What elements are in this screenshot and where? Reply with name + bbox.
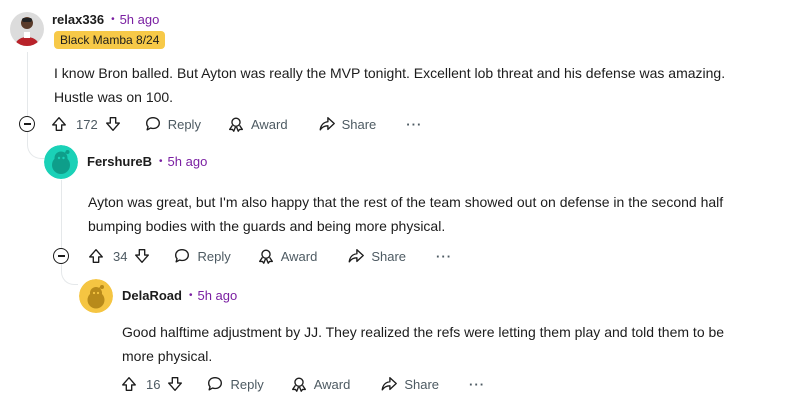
avatar-relax336[interactable] — [10, 12, 44, 46]
reply-label: Reply — [197, 248, 231, 264]
upvote-button[interactable] — [120, 375, 138, 393]
comment-actions: 172 Reply Award Share ··· — [50, 112, 422, 136]
reply-button[interactable]: Reply — [144, 115, 201, 133]
comment-body-line: more physical. — [122, 348, 213, 364]
share-icon — [348, 249, 365, 263]
thread-curve-1 — [27, 144, 44, 159]
share-button[interactable]: Share — [347, 247, 406, 265]
timestamp[interactable]: 5h ago — [168, 154, 208, 170]
share-button[interactable]: Share — [318, 115, 377, 133]
more-options-button[interactable]: ··· — [469, 377, 485, 392]
share-label: Share — [371, 248, 407, 264]
award-label: Award — [280, 248, 318, 264]
separator-dot: • — [111, 14, 115, 25]
comment-actions: 34 Reply Award Share ··· — [87, 244, 452, 268]
reply-label: Reply — [167, 116, 201, 132]
upvote-button[interactable] — [87, 247, 105, 265]
timestamp[interactable]: 5h ago — [120, 12, 160, 28]
award-icon — [258, 249, 273, 264]
downvote-icon — [105, 117, 120, 131]
upvote-button[interactable] — [50, 115, 68, 133]
comment-body-line: Hustle was on 100. — [54, 89, 174, 105]
reply-button[interactable]: Reply — [173, 247, 231, 265]
comment-body: Good halftime adjustment by JJ. They rea… — [122, 320, 798, 368]
thread-line-1 — [27, 52, 28, 118]
thread-line-1b — [27, 132, 28, 144]
reply-button[interactable]: Reply — [206, 375, 264, 393]
upvote-icon — [89, 249, 103, 263]
comment-actions: 16 Reply Award Share ··· — [120, 372, 485, 396]
comment-body: I know Bron balled. But Ayton was really… — [54, 61, 794, 109]
thread-line-2b — [61, 264, 62, 272]
avatar-fershureb[interactable] — [44, 145, 78, 179]
downvote-button[interactable] — [104, 115, 122, 133]
comment-body-line: I know Bron balled. But Ayton was really… — [54, 65, 726, 81]
award-button[interactable]: Award — [290, 375, 351, 393]
award-button[interactable]: Award — [257, 247, 318, 265]
username[interactable]: FershureB — [87, 154, 152, 170]
collapse-thread-button[interactable] — [53, 248, 69, 264]
collapse-thread-button[interactable] — [19, 116, 35, 132]
share-icon — [381, 377, 398, 391]
comment-body-line: bumping bodies with the guards and being… — [88, 218, 446, 234]
comment-meta: DelaRoad • 5h ago — [122, 288, 237, 304]
downvote-button[interactable] — [133, 247, 151, 265]
more-options-button[interactable]: ··· — [436, 249, 452, 264]
comment-body-line: Good halftime adjustment by JJ. They rea… — [122, 324, 725, 340]
thread-curve-2 — [61, 272, 78, 285]
comment-meta: FershureB • 5h ago — [87, 154, 207, 170]
username[interactable]: relax336 — [52, 12, 104, 28]
award-icon — [291, 377, 306, 392]
reply-icon — [208, 377, 223, 391]
vote-count: 16 — [146, 376, 161, 392]
comment-meta: relax336 • 5h ago — [52, 12, 159, 28]
reply-label: Reply — [230, 376, 264, 392]
share-label: Share — [341, 116, 377, 132]
comment-body-line: Ayton was great, but I'm also happy that… — [88, 194, 724, 210]
award-label: Award — [313, 376, 351, 392]
username[interactable]: DelaRoad — [122, 288, 182, 304]
downvote-icon — [168, 377, 183, 391]
share-icon — [319, 117, 335, 131]
more-options-button[interactable]: ··· — [406, 117, 422, 132]
upvote-icon — [122, 377, 136, 391]
reply-icon — [145, 117, 160, 131]
avatar-delaroad[interactable] — [79, 279, 113, 313]
vote-count: 34 — [113, 248, 128, 264]
vote-count: 172 — [76, 116, 98, 132]
downvote-icon — [135, 249, 150, 263]
upvote-icon — [52, 117, 66, 131]
reply-icon — [175, 249, 190, 263]
share-button[interactable]: Share — [380, 375, 439, 393]
timestamp[interactable]: 5h ago — [197, 288, 237, 304]
award-icon — [228, 117, 243, 132]
user-flair: Black Mamba 8/24 — [54, 31, 166, 49]
comment-body: Ayton was great, but I'm also happy that… — [88, 190, 798, 238]
thread-line-2 — [61, 180, 62, 248]
share-label: Share — [404, 376, 440, 392]
separator-dot: • — [159, 156, 163, 167]
downvote-button[interactable] — [166, 375, 184, 393]
award-button[interactable]: Award — [227, 115, 288, 133]
separator-dot: • — [188, 290, 193, 301]
award-label: Award — [250, 116, 288, 132]
